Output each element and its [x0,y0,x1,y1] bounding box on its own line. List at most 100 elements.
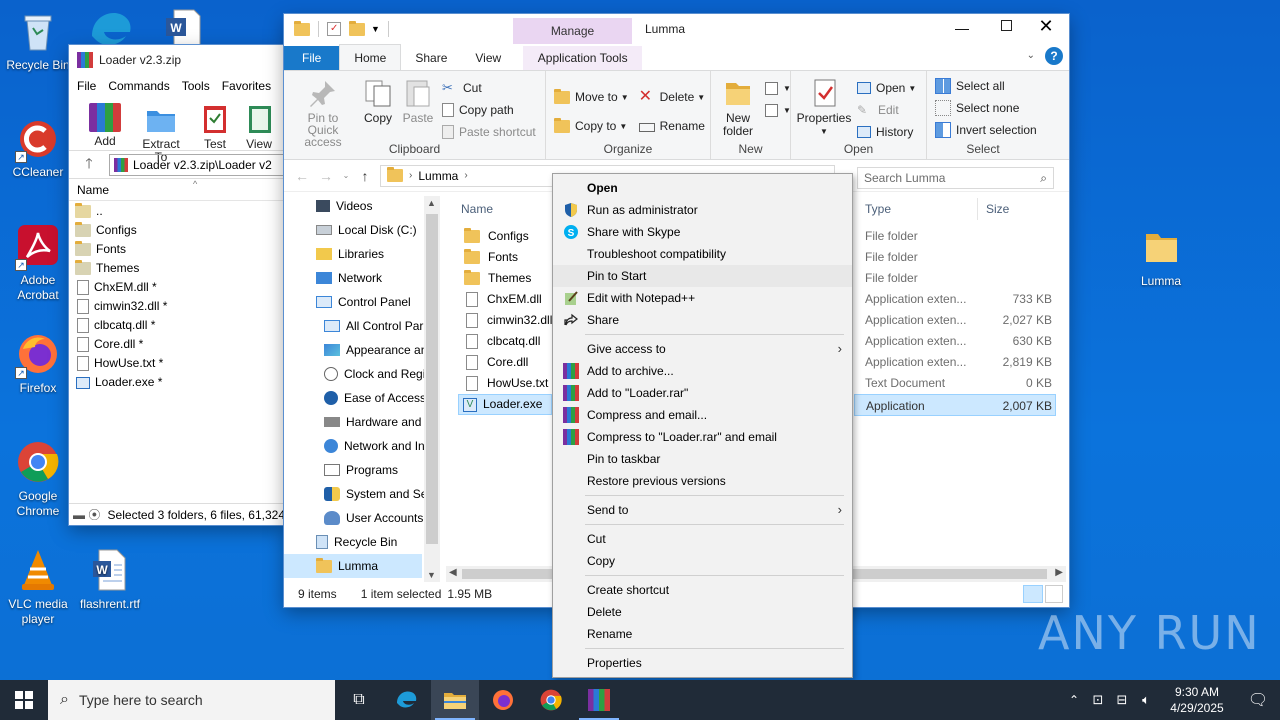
list-item[interactable]: clbcatq.dll * [75,316,285,335]
list-item[interactable]: .. [75,202,285,221]
menu-item-compress-to-rar-email[interactable]: Compress to "Loader.rar" and email [553,426,852,448]
menu-item-edit-notepadpp[interactable]: Edit with Notepad++ [553,287,852,309]
explorer-titlebar[interactable]: ✓ ▼ Manage Lumma — ✕ [284,14,1069,48]
desktop-icon-vlc[interactable]: VLC media player [0,547,76,627]
column-size[interactable]: Size [986,202,1009,216]
nav-item-ease-of-access[interactable]: Ease of Access [284,386,440,410]
menu-item-open[interactable]: Open [553,177,852,199]
help-icon[interactable]: ? [1045,47,1063,65]
scroll-down-icon[interactable]: ▼ [427,570,436,580]
nav-item-clock-region[interactable]: Clock and Regi [284,362,440,386]
up-button[interactable]: ↑ [354,168,376,184]
menu-item-restore-versions[interactable]: Restore previous versions [553,470,852,492]
table-row-selected[interactable]: V Loader.exe [458,394,552,415]
forward-button[interactable]: → [314,168,338,184]
nav-item-recycle-bin[interactable]: Recycle Bin [284,530,440,554]
history-button[interactable]: History [853,121,920,143]
show-hidden-icons[interactable]: ⌃ [1062,693,1086,707]
edit-button[interactable]: ✎ Edit [853,99,920,121]
menu-item-cut[interactable]: Cut [553,528,852,550]
nav-item-lumma[interactable]: Lumma [284,554,422,578]
cut-button[interactable]: ✂ Cut [438,77,540,99]
menu-item-add-to-loader-rar[interactable]: Add to "Loader.rar" [553,382,852,404]
menu-item-pin-to-start[interactable]: Pin to Start [553,265,852,287]
menu-item-pin-to-taskbar[interactable]: Pin to taskbar [553,448,852,470]
nav-item-all-control-panel[interactable]: All Control Par [284,314,440,338]
list-item[interactable]: HowUse.txt * [75,354,285,373]
list-item[interactable]: Configs [75,221,285,240]
tab-share[interactable]: Share [401,46,461,70]
menu-item-share-skype[interactable]: S Share with Skype [553,221,852,243]
maximize-button[interactable] [991,20,1021,34]
list-item[interactable]: Themes [75,259,285,278]
task-view-button[interactable]: ⧉ [335,680,383,720]
taskbar-firefox[interactable] [479,680,527,720]
paste-shortcut-button[interactable]: Paste shortcut [438,121,540,143]
desktop-icon-adobe-acrobat[interactable]: ↗ Adobe Acrobat [0,223,76,303]
nav-item-system-security[interactable]: System and Se [284,482,440,506]
scroll-thumb[interactable] [426,214,438,544]
copy-to-button[interactable]: Copy to ▼ [550,115,633,137]
notification-icon[interactable]: 🗨︎ [1236,690,1280,710]
list-item[interactable]: ChxEM.dll * [75,278,285,297]
list-item[interactable]: Core.dll * [75,335,285,354]
menu-commands[interactable]: Commands [108,79,169,93]
tab-view[interactable]: View [461,46,515,70]
nav-item-network-internet[interactable]: Network and In [284,434,440,458]
list-item[interactable]: Loader.exe * [75,373,285,392]
menu-item-share[interactable]: Share [553,309,852,331]
menu-item-create-shortcut[interactable]: Create shortcut [553,579,852,601]
desktop-icon-recycle-bin[interactable]: Recycle Bin [0,8,76,73]
easy-access-button[interactable]: ▼ [761,99,795,121]
ethernet-icon[interactable]: ⊟ [1110,692,1134,708]
desktop-icon-ccleaner[interactable]: ↗ CCleaner [0,115,76,180]
extract-to-button[interactable]: Extract To [133,101,189,164]
test-button[interactable]: Test [195,101,235,151]
up-arrow-icon[interactable]: 🡑 [69,153,109,177]
large-icons-view-button[interactable] [1045,585,1063,603]
desktop-icon-firefox[interactable]: ↗ Firefox [0,331,76,396]
copy-path-button[interactable]: Copy path [438,99,540,121]
volume-icon[interactable]: 🔈︎ [1134,692,1158,708]
menu-favorites[interactable]: Favorites [222,79,271,93]
invert-selection-button[interactable]: Invert selection [931,119,1037,141]
network-tray-icon[interactable]: ⊡ [1086,692,1110,708]
menu-item-delete[interactable]: Delete [553,601,852,623]
scroll-up-icon[interactable]: ▲ [427,198,436,208]
nav-item-libraries[interactable]: Libraries [284,242,440,266]
desktop-icon-flashrent[interactable]: W flashrent.rtf [72,547,148,612]
select-none-button[interactable]: Select none [931,97,1035,119]
taskbar-search-box[interactable]: ⌕ Type here to search [48,680,335,720]
taskbar-chrome[interactable] [527,680,575,720]
nav-item-appearance[interactable]: Appearance an [284,338,440,362]
view-button[interactable]: View [241,101,277,150]
scroll-left-icon[interactable]: ◀ [449,567,457,578]
tab-home[interactable]: Home [339,44,402,70]
clock[interactable]: 9:30 AM 4/29/2025 [1158,684,1236,716]
nav-scrollbar[interactable]: ▲ ▼ [424,196,440,582]
word-doc-icon[interactable]: W [162,8,208,49]
recent-locations-icon[interactable]: ⌄ [338,171,354,180]
column-type[interactable]: Type [865,202,891,216]
select-all-button[interactable]: Select all [931,75,1035,97]
quick-access-dropdown-icon[interactable]: ▼ [371,24,380,34]
menu-item-troubleshoot[interactable]: Troubleshoot compatibility [553,243,852,265]
column-name[interactable]: Name [461,202,493,216]
menu-item-run-as-admin[interactable]: Run as administrator [553,199,852,221]
taskbar-file-explorer[interactable] [431,680,479,720]
menu-item-copy[interactable]: Copy [553,550,852,572]
nav-item-network[interactable]: Network [284,266,440,290]
add-button[interactable]: Add [83,101,127,150]
list-item[interactable]: cimwin32.dll * [75,297,285,316]
scroll-right-icon[interactable]: ▶ [1055,567,1063,578]
menu-file[interactable]: File [77,79,96,93]
nav-item-user-accounts[interactable]: User Accounts [284,506,440,530]
taskbar-winrar[interactable] [575,680,623,720]
details-view-button[interactable] [1023,585,1043,603]
winrar-column-header[interactable]: Name ^ [69,179,285,201]
start-button[interactable] [0,680,48,720]
selected-row-details[interactable]: Application 2,007 KB [854,394,1056,416]
delete-button[interactable]: ✕ Delete ▼ [635,79,710,115]
search-input[interactable]: Search Lumma ⌕ [857,167,1054,189]
menu-item-add-to-archive[interactable]: Add to archive... [553,360,852,382]
